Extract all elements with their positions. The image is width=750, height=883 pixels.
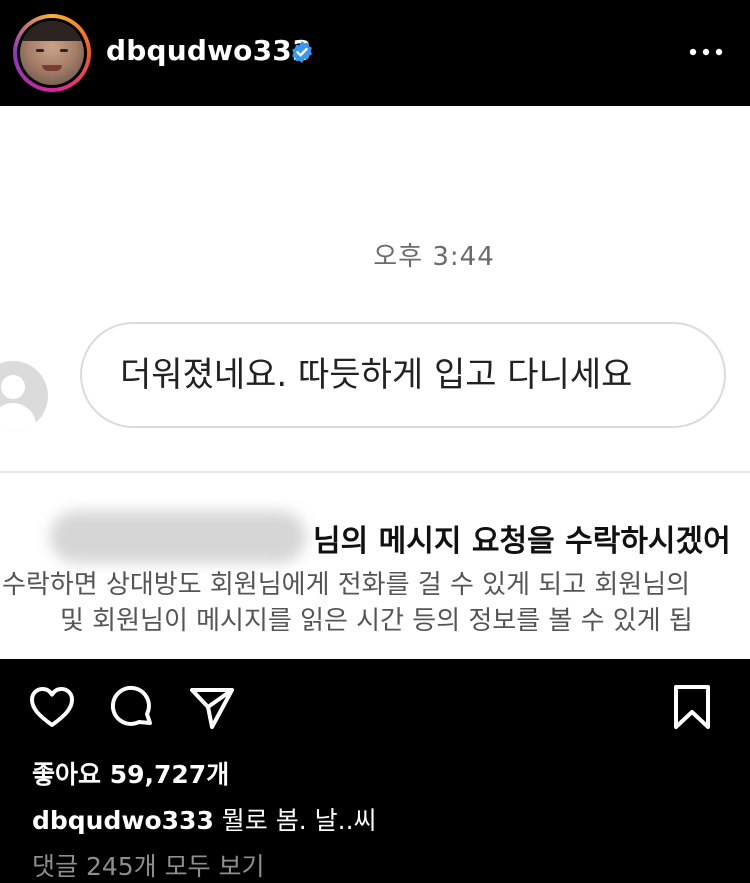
blurred-sender-name [50,511,306,563]
post-image[interactable]: 오후 3:44 더워졌네요. 따듯하게 입고 다니세요 님의 메시지 요청을 수… [0,106,750,659]
bookmark-icon[interactable] [672,683,712,731]
avatar-photo [20,21,84,85]
likes-number: 59,727개 [109,760,230,789]
dm-timestamp: 오후 3:44 [373,242,495,272]
dm-message-bubble: 더워졌네요. 따듯하게 입고 다니세요 [80,322,726,428]
divider [0,471,750,473]
message-request-description-2: 및 회원님이 메시지를 읽은 시간 등의 정보를 볼 수 있게 됩 [60,606,693,636]
heart-icon[interactable] [28,685,76,729]
post-caption: dbqudwo333 뭘로 봄. 날..씨 [32,801,377,837]
profile-avatar[interactable] [13,14,91,92]
caption-text: 뭘로 봄. 날..씨 [221,806,377,835]
view-comments-link[interactable]: 댓글 245개 모두 보기 [32,847,265,883]
likes-label: 좋아요 [32,760,102,789]
comment-icon[interactable] [108,683,156,731]
likes-count[interactable]: 좋아요 59,727개 [32,755,229,791]
verified-badge-icon [292,41,312,63]
more-horizontal-icon[interactable] [688,40,724,64]
dm-sender-avatar-icon [0,361,48,431]
share-icon[interactable] [188,683,236,731]
header-username[interactable]: dbqudwo333 [106,34,312,67]
caption-username[interactable]: dbqudwo333 [32,806,214,835]
post-header: dbqudwo333 [0,0,750,106]
post-actions: 좋아요 59,727개 dbqudwo333 뭘로 봄. 날..씨 댓글 245… [0,659,750,881]
message-request-title: 님의 메시지 요청을 수락하시겠어 [313,524,731,559]
message-request-description: 수락하면 상대방도 회원님에게 전화를 걸 수 있게 되고 회원님의 [2,570,691,600]
